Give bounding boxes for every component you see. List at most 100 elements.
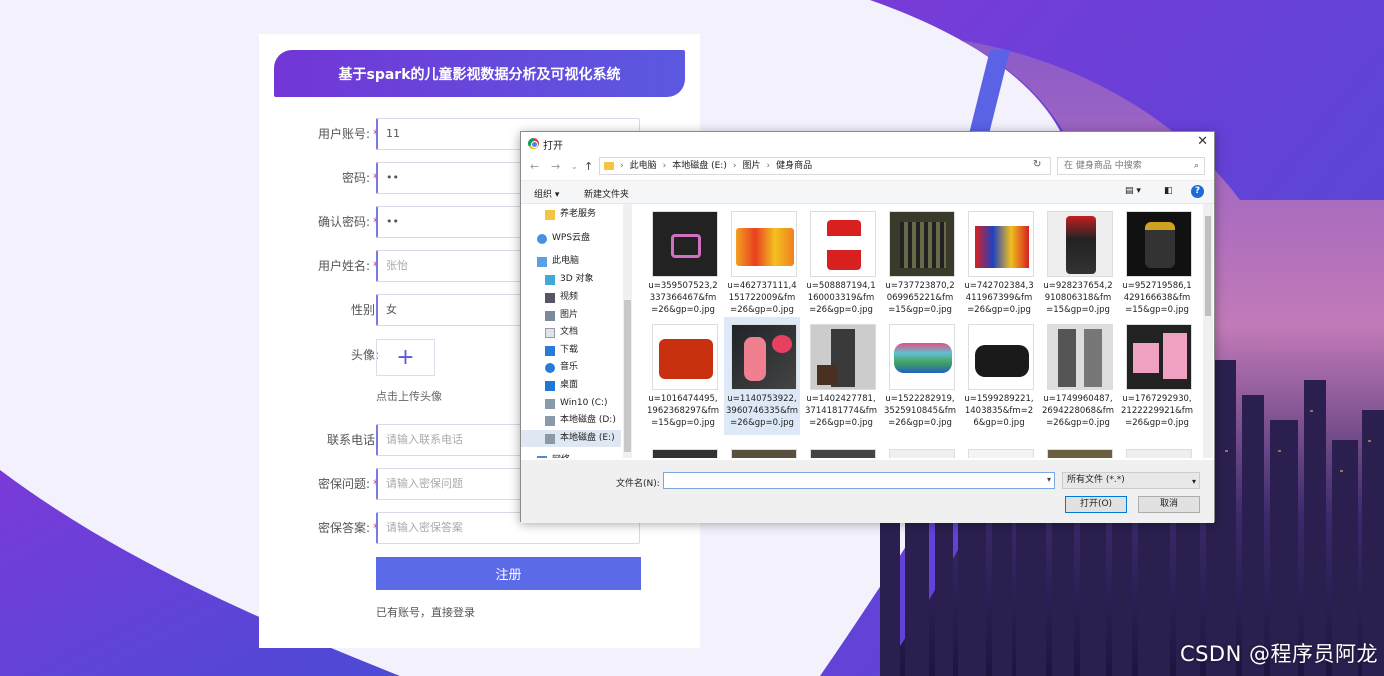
breadcrumb-item[interactable]: 健身商品: [776, 158, 812, 174]
sidebar-item-pictures[interactable]: 图片: [545, 307, 578, 324]
sidebar-item-documents[interactable]: 文档: [545, 324, 578, 341]
address-row: ← → ⌄ ↑ › 此电脑 › 本地磁盘 (E:) › 图片 › 健身商品 ↻ …: [521, 156, 1214, 178]
network-icon: [537, 455, 547, 458]
image-thumbnail: [810, 211, 876, 277]
register-button[interactable]: 注册: [376, 557, 641, 590]
login-link[interactable]: 已有账号，直接登录: [376, 604, 475, 620]
help-icon[interactable]: ?: [1191, 185, 1204, 198]
picture-icon: [545, 310, 555, 321]
download-icon: [545, 345, 555, 356]
breadcrumb-item[interactable]: 此电脑: [630, 158, 657, 174]
navigation-scrollbar[interactable]: [623, 204, 632, 458]
image-thumbnail: [1126, 324, 1192, 390]
file-tile[interactable]: u=1402427781,3714181774&fm=26&gp=0.jpg: [803, 317, 879, 435]
cancel-button[interactable]: 取消: [1138, 496, 1200, 513]
sidebar-item-drive-c[interactable]: Win10 (C:): [545, 395, 608, 412]
dialog-footer: 文件名(N): ▾ 所有文件 (*.*) ▾ 打开(O) 取消: [521, 460, 1214, 523]
preview-pane-icon[interactable]: ◧: [1164, 186, 1173, 196]
back-arrow-icon[interactable]: ←: [530, 160, 539, 173]
file-name: u=1402427781,3714181774&fm=26&gp=0.jpg: [805, 394, 877, 428]
file-tile[interactable]: u=1749960487,2694228068&fm=26&gp=0.jpg: [1040, 317, 1116, 435]
new-folder-button[interactable]: 新建文件夹: [584, 187, 629, 200]
file-tile[interactable]: [882, 442, 958, 458]
filename-input[interactable]: ▾: [663, 472, 1055, 489]
organize-menu[interactable]: 组织 ▾: [534, 187, 559, 200]
file-name: u=1140753922,3960746335&fm=26&gp=0.jpg: [726, 394, 798, 428]
file-type-select[interactable]: 所有文件 (*.*) ▾: [1062, 472, 1200, 489]
file-name: u=359507523,2337366467&fm=26&gp=0.jpg: [648, 281, 718, 315]
folder-icon: [545, 209, 555, 220]
sidebar-item-desktop[interactable]: 桌面: [545, 377, 578, 394]
sidebar-item-this-pc[interactable]: 此电脑: [537, 253, 579, 270]
image-thumbnail: [889, 449, 955, 458]
plus-icon: +: [396, 345, 415, 370]
file-grid-scrollbar[interactable]: [1203, 204, 1213, 458]
sidebar-item-music[interactable]: 音乐: [545, 359, 578, 376]
file-name: u=742702384,3411967399&fm=26&gp=0.jpg: [964, 281, 1034, 315]
sidebar-item-wps-cloud[interactable]: WPS云盘: [537, 230, 590, 247]
search-icon: ⌕: [1193, 161, 1199, 171]
computer-icon: [537, 256, 547, 267]
breadcrumb-item[interactable]: 图片: [742, 158, 760, 174]
account-label: 用户账号:: [317, 127, 370, 141]
file-tile[interactable]: u=1599289221,1403835&fm=26&gp=0.jpg: [961, 317, 1037, 435]
file-tile[interactable]: [724, 442, 800, 458]
file-tile[interactable]: u=1140753922,3960746335&fm=26&gp=0.jpg: [724, 317, 800, 435]
confirm-password-label: 确认密码:: [317, 215, 370, 229]
sidebar-item-drive-d[interactable]: 本地磁盘 (D:): [545, 412, 616, 429]
sidebar-item-3d-objects[interactable]: 3D 对象: [545, 271, 594, 288]
history-chevron-icon[interactable]: ⌄: [571, 162, 578, 171]
dialog-titlebar: 打开 ✕: [521, 132, 1214, 154]
folder-search-input[interactable]: 在 健身商品 中搜索 ⌕: [1057, 157, 1205, 175]
image-thumbnail: [810, 449, 876, 458]
sidebar-item-drive-e[interactable]: 本地磁盘 (E:): [521, 430, 621, 447]
chevron-down-icon: ▾: [1191, 477, 1196, 486]
file-tile[interactable]: [1119, 442, 1195, 458]
sidebar-item-videos[interactable]: 视频: [545, 289, 578, 306]
up-arrow-icon[interactable]: ↑: [584, 160, 593, 173]
avatar-upload-tip: 点击上传头像: [376, 390, 442, 403]
file-tile[interactable]: u=1016474495,1962368297&fm=15&gp=0.jpg: [645, 317, 721, 435]
file-tile[interactable]: [1040, 442, 1116, 458]
sidebar-item-downloads[interactable]: 下载: [545, 342, 578, 359]
cube-icon: [545, 274, 555, 285]
chrome-icon: [528, 138, 539, 149]
file-open-dialog: 打开 ✕ ← → ⌄ ↑ › 此电脑 › 本地磁盘 (E:) › 图片 › 健身…: [520, 131, 1215, 523]
file-name: u=952719586,1429166638&fm=15&gp=0.jpg: [1122, 281, 1192, 315]
file-tile[interactable]: [803, 442, 879, 458]
csdn-watermark: CSDN @程序员阿龙: [1179, 642, 1378, 666]
file-tile[interactable]: u=742702384,3411967399&fm=26&gp=0.jpg: [961, 204, 1037, 322]
security-question-label: 密保问题:: [317, 477, 370, 491]
avatar-upload-button[interactable]: +: [376, 339, 435, 376]
refresh-icon[interactable]: ↻: [1033, 159, 1041, 170]
sidebar-item-elderly-service[interactable]: 养老服务: [545, 206, 596, 223]
file-tile[interactable]: u=952719586,1429166638&fm=15&gp=0.jpg: [1119, 204, 1195, 322]
chevron-down-icon[interactable]: ▾: [1047, 475, 1051, 484]
file-tile[interactable]: u=737723870,2069965221&fm=15&gp=0.jpg: [882, 204, 958, 322]
drive-icon: [545, 433, 555, 444]
file-tile[interactable]: u=1767292930,2122229921&fm=26&gp=0.jpg: [1119, 317, 1195, 435]
breadcrumb-item[interactable]: 本地磁盘 (E:): [672, 158, 727, 174]
password-label: 密码:: [341, 171, 370, 185]
file-tile[interactable]: [961, 442, 1037, 458]
file-tile[interactable]: u=928237654,2910806318&fm=15&gp=0.jpg: [1040, 204, 1116, 322]
view-options-icon[interactable]: ▤ ▾: [1125, 186, 1141, 196]
file-tile[interactable]: u=508887194,1160003319&fm=26&gp=0.jpg: [803, 204, 879, 322]
sidebar-item-network[interactable]: 网络: [537, 452, 570, 458]
file-name: u=1522282919,3525910845&fm=26&gp=0.jpg: [884, 394, 956, 428]
image-thumbnail: [731, 449, 797, 458]
close-icon[interactable]: ✕: [1197, 134, 1208, 149]
file-tile[interactable]: u=462737111,4151722009&fm=26&gp=0.jpg: [724, 204, 800, 322]
scrollbar-thumb[interactable]: [1205, 216, 1211, 316]
image-thumbnail: [810, 324, 876, 390]
file-tile[interactable]: [645, 442, 721, 458]
breadcrumb-separator-icon: ›: [662, 161, 667, 171]
music-icon: [545, 362, 555, 373]
file-tile[interactable]: u=1522282919,3525910845&fm=26&gp=0.jpg: [882, 317, 958, 435]
desktop-icon: [545, 380, 555, 391]
forward-arrow-icon[interactable]: →: [551, 160, 560, 173]
open-button[interactable]: 打开(O): [1065, 496, 1127, 513]
address-bar[interactable]: › 此电脑 › 本地磁盘 (E:) › 图片 › 健身商品: [599, 157, 1051, 175]
scrollbar-thumb[interactable]: [624, 300, 631, 452]
file-tile[interactable]: u=359507523,2337366467&fm=26&gp=0.jpg: [645, 204, 721, 322]
